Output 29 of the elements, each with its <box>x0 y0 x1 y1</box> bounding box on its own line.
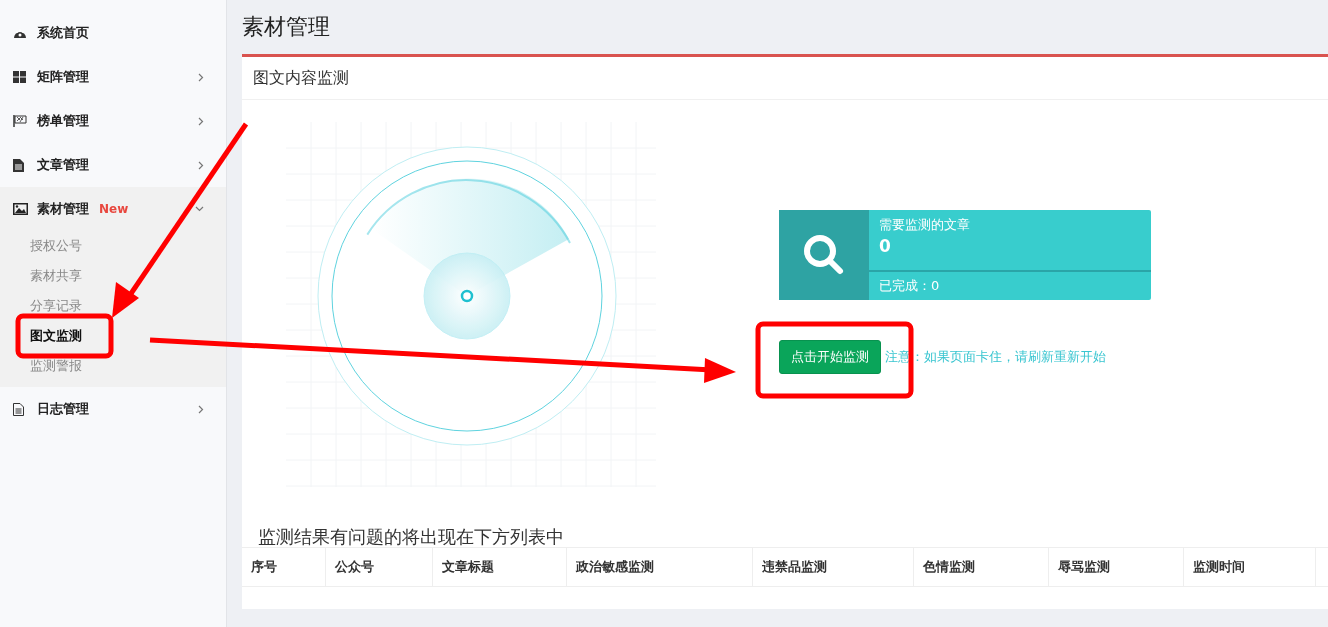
column-header: 辱骂监测 <box>1049 548 1184 586</box>
results-caption: 监测结果有问题的将出现在下方列表中 <box>257 525 565 547</box>
dashboard-icon <box>13 27 27 39</box>
document-icon <box>13 158 24 172</box>
document-icon <box>13 402 24 416</box>
sidebar-item[interactable]: 矩阵管理 <box>0 55 226 99</box>
stat-label: 需要监测的文章 <box>879 216 971 234</box>
search-icon <box>802 233 846 277</box>
column-header: 色情监测 <box>914 548 1049 586</box>
sidebar-item[interactable]: 榜单管理 <box>0 99 226 143</box>
stat-value: 0 <box>879 236 892 256</box>
sidebar-item[interactable]: 系统首页 <box>0 11 226 55</box>
column-header: 公众号 <box>326 548 433 586</box>
page-title: 素材管理 <box>241 13 331 41</box>
submenu-item[interactable]: 图文监测 <box>0 321 88 351</box>
sidebar-item[interactable]: 文章管理 <box>0 143 226 187</box>
column-header: 违禁品监测 <box>753 548 914 586</box>
column-header: 文章标题 <box>433 548 567 586</box>
image-icon <box>13 203 28 215</box>
sidebar-item[interactable]: 素材管理 New <box>0 187 226 231</box>
new-label: New <box>99 202 129 216</box>
sidebar-item[interactable]: 日志管理 <box>0 387 226 431</box>
grid-icon <box>13 71 26 83</box>
column-header: 政治敏感监测 <box>567 548 753 586</box>
flag-icon <box>13 115 27 127</box>
stat-footer: 已完成：0 <box>879 277 940 295</box>
panel-title: 图文内容监测 <box>253 67 349 89</box>
column-header: 监测时间 <box>1184 548 1316 586</box>
column-header: 序号 <box>242 548 326 586</box>
